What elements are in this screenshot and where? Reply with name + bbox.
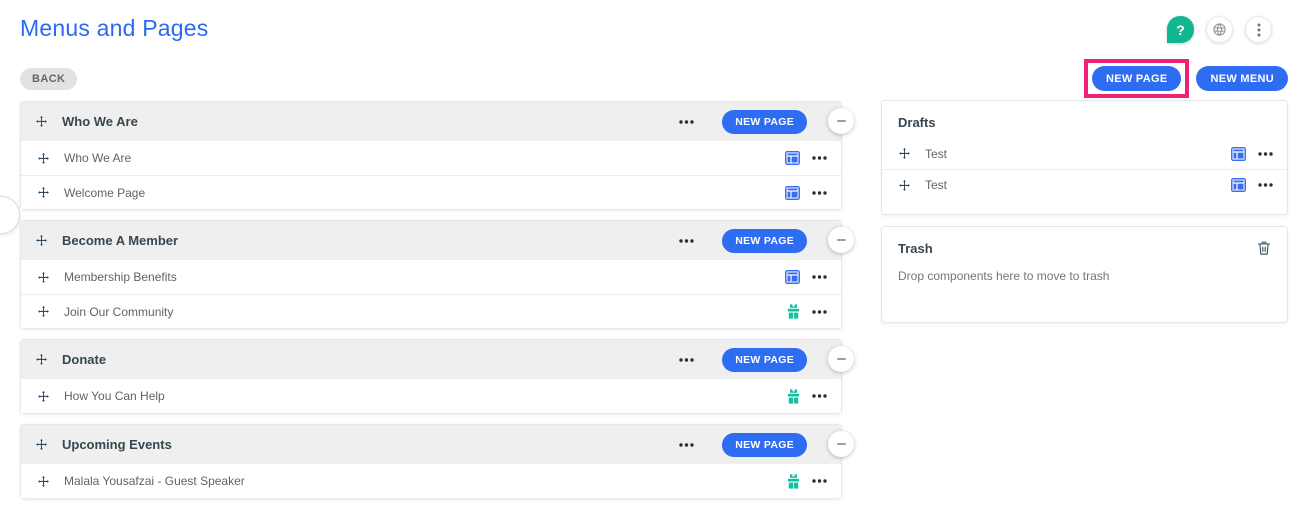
page-row[interactable]: Who We Are bbox=[21, 141, 841, 175]
menu-card: Donate NEW PAGE How You Can Help bbox=[20, 339, 842, 414]
trash-drop-hint: Drop components here to move to trash bbox=[898, 269, 1271, 283]
globe-glyph bbox=[1212, 22, 1227, 37]
trash-glyph bbox=[1257, 240, 1271, 256]
drag-handle-icon[interactable] bbox=[37, 152, 50, 165]
menu-title: Upcoming Events bbox=[62, 437, 677, 452]
page-label: Join Our Community bbox=[64, 305, 787, 319]
minus-icon bbox=[837, 358, 846, 360]
page-icon bbox=[785, 151, 800, 165]
drafts-card: Drafts Test Test bbox=[881, 100, 1288, 215]
page-label: Malala Yousafzai - Guest Speaker bbox=[64, 474, 787, 488]
page-label: How You Can Help bbox=[64, 389, 787, 403]
link-icon bbox=[787, 474, 800, 489]
menu-options-icon[interactable] bbox=[677, 237, 696, 245]
help-icon[interactable]: ? bbox=[1167, 16, 1194, 43]
draft-label: Test bbox=[925, 178, 1231, 192]
collapse-menu-button[interactable] bbox=[828, 431, 854, 457]
page-options-icon[interactable] bbox=[810, 392, 829, 400]
drag-handle-icon[interactable] bbox=[37, 390, 50, 403]
minus-icon bbox=[837, 443, 846, 445]
kebab-menu-icon[interactable] bbox=[1245, 16, 1272, 43]
minus-icon bbox=[837, 239, 846, 241]
menu-header[interactable]: Donate NEW PAGE bbox=[21, 340, 841, 379]
page-row[interactable]: Welcome Page bbox=[21, 175, 841, 209]
kebab-dots-glyph bbox=[1257, 23, 1261, 37]
menu-card: Upcoming Events NEW PAGE Malala Yousafza… bbox=[20, 424, 842, 499]
link-icon bbox=[787, 389, 800, 404]
page-options-icon[interactable] bbox=[810, 189, 829, 197]
draft-options-icon[interactable] bbox=[1256, 181, 1275, 189]
minus-icon bbox=[837, 120, 846, 122]
drag-handle-icon[interactable] bbox=[35, 438, 48, 451]
menu-header[interactable]: Who We Are NEW PAGE bbox=[21, 102, 841, 141]
drag-handle-icon[interactable] bbox=[35, 115, 48, 128]
page-options-icon[interactable] bbox=[810, 308, 829, 316]
drag-handle-icon[interactable] bbox=[35, 353, 48, 366]
menu-options-icon[interactable] bbox=[677, 356, 696, 364]
draft-options-icon[interactable] bbox=[1256, 150, 1275, 158]
page-icon bbox=[1231, 178, 1246, 192]
drag-handle-icon[interactable] bbox=[898, 179, 911, 192]
page-title: Menus and Pages bbox=[20, 15, 208, 42]
draft-row[interactable]: Test bbox=[882, 169, 1287, 200]
page-row[interactable]: Membership Benefits bbox=[21, 260, 841, 294]
page-icon bbox=[785, 270, 800, 284]
back-button[interactable]: BACK bbox=[20, 68, 77, 90]
drag-handle-icon[interactable] bbox=[37, 271, 50, 284]
menu-new-page-button[interactable]: NEW PAGE bbox=[722, 229, 807, 253]
page-options-icon[interactable] bbox=[810, 273, 829, 281]
page-label: Who We Are bbox=[64, 151, 785, 165]
menu-title: Who We Are bbox=[62, 114, 677, 129]
menu-options-icon[interactable] bbox=[677, 441, 696, 449]
drag-handle-icon[interactable] bbox=[35, 234, 48, 247]
drag-handle-icon[interactable] bbox=[37, 305, 50, 318]
trash-title: Trash bbox=[898, 241, 933, 256]
side-panel: Drafts Test Test Trash Drop components h… bbox=[881, 100, 1288, 334]
menu-options-icon[interactable] bbox=[677, 118, 696, 126]
menu-header[interactable]: Upcoming Events NEW PAGE bbox=[21, 425, 841, 464]
header-icon-group: ? bbox=[1167, 16, 1272, 43]
menu-card: Become A Member NEW PAGE Membership Bene… bbox=[20, 220, 842, 329]
menu-title: Become A Member bbox=[62, 233, 677, 248]
draft-row[interactable]: Test bbox=[882, 138, 1287, 169]
trash-card: Trash Drop components here to move to tr… bbox=[881, 226, 1288, 323]
menu-new-page-button[interactable]: NEW PAGE bbox=[722, 433, 807, 457]
top-action-buttons: NEW PAGE NEW MENU bbox=[1084, 59, 1288, 98]
new-page-button[interactable]: NEW PAGE bbox=[1092, 66, 1181, 91]
page-row[interactable]: Malala Yousafzai - Guest Speaker bbox=[21, 464, 841, 498]
globe-icon[interactable] bbox=[1206, 16, 1233, 43]
new-menu-button[interactable]: NEW MENU bbox=[1196, 66, 1288, 91]
collapse-menu-button[interactable] bbox=[828, 227, 854, 253]
menu-new-page-button[interactable]: NEW PAGE bbox=[722, 110, 807, 134]
drag-handle-icon[interactable] bbox=[37, 186, 50, 199]
page-options-icon[interactable] bbox=[810, 154, 829, 162]
collapse-menu-button[interactable] bbox=[828, 346, 854, 372]
drag-handle-icon[interactable] bbox=[898, 147, 911, 160]
new-page-highlight-box: NEW PAGE bbox=[1084, 59, 1189, 98]
help-question-glyph: ? bbox=[1176, 22, 1185, 38]
page-label: Membership Benefits bbox=[64, 270, 785, 284]
edge-floating-button[interactable] bbox=[0, 196, 20, 234]
menu-header[interactable]: Become A Member NEW PAGE bbox=[21, 221, 841, 260]
page-options-icon[interactable] bbox=[810, 477, 829, 485]
collapse-menu-button[interactable] bbox=[828, 108, 854, 134]
menu-title: Donate bbox=[62, 352, 677, 367]
draft-label: Test bbox=[925, 147, 1231, 161]
page-row[interactable]: Join Our Community bbox=[21, 294, 841, 328]
trash-icon[interactable] bbox=[1257, 240, 1271, 256]
page-icon bbox=[1231, 147, 1246, 161]
menu-new-page-button[interactable]: NEW PAGE bbox=[722, 348, 807, 372]
page-label: Welcome Page bbox=[64, 186, 785, 200]
page-row[interactable]: How You Can Help bbox=[21, 379, 841, 413]
menus-list: Who We Are NEW PAGE Who We Are Welcome P… bbox=[20, 101, 842, 509]
menu-card: Who We Are NEW PAGE Who We Are Welcome P… bbox=[20, 101, 842, 210]
drag-handle-icon[interactable] bbox=[37, 475, 50, 488]
drafts-title: Drafts bbox=[898, 115, 936, 130]
page-icon bbox=[785, 186, 800, 200]
link-icon bbox=[787, 304, 800, 319]
